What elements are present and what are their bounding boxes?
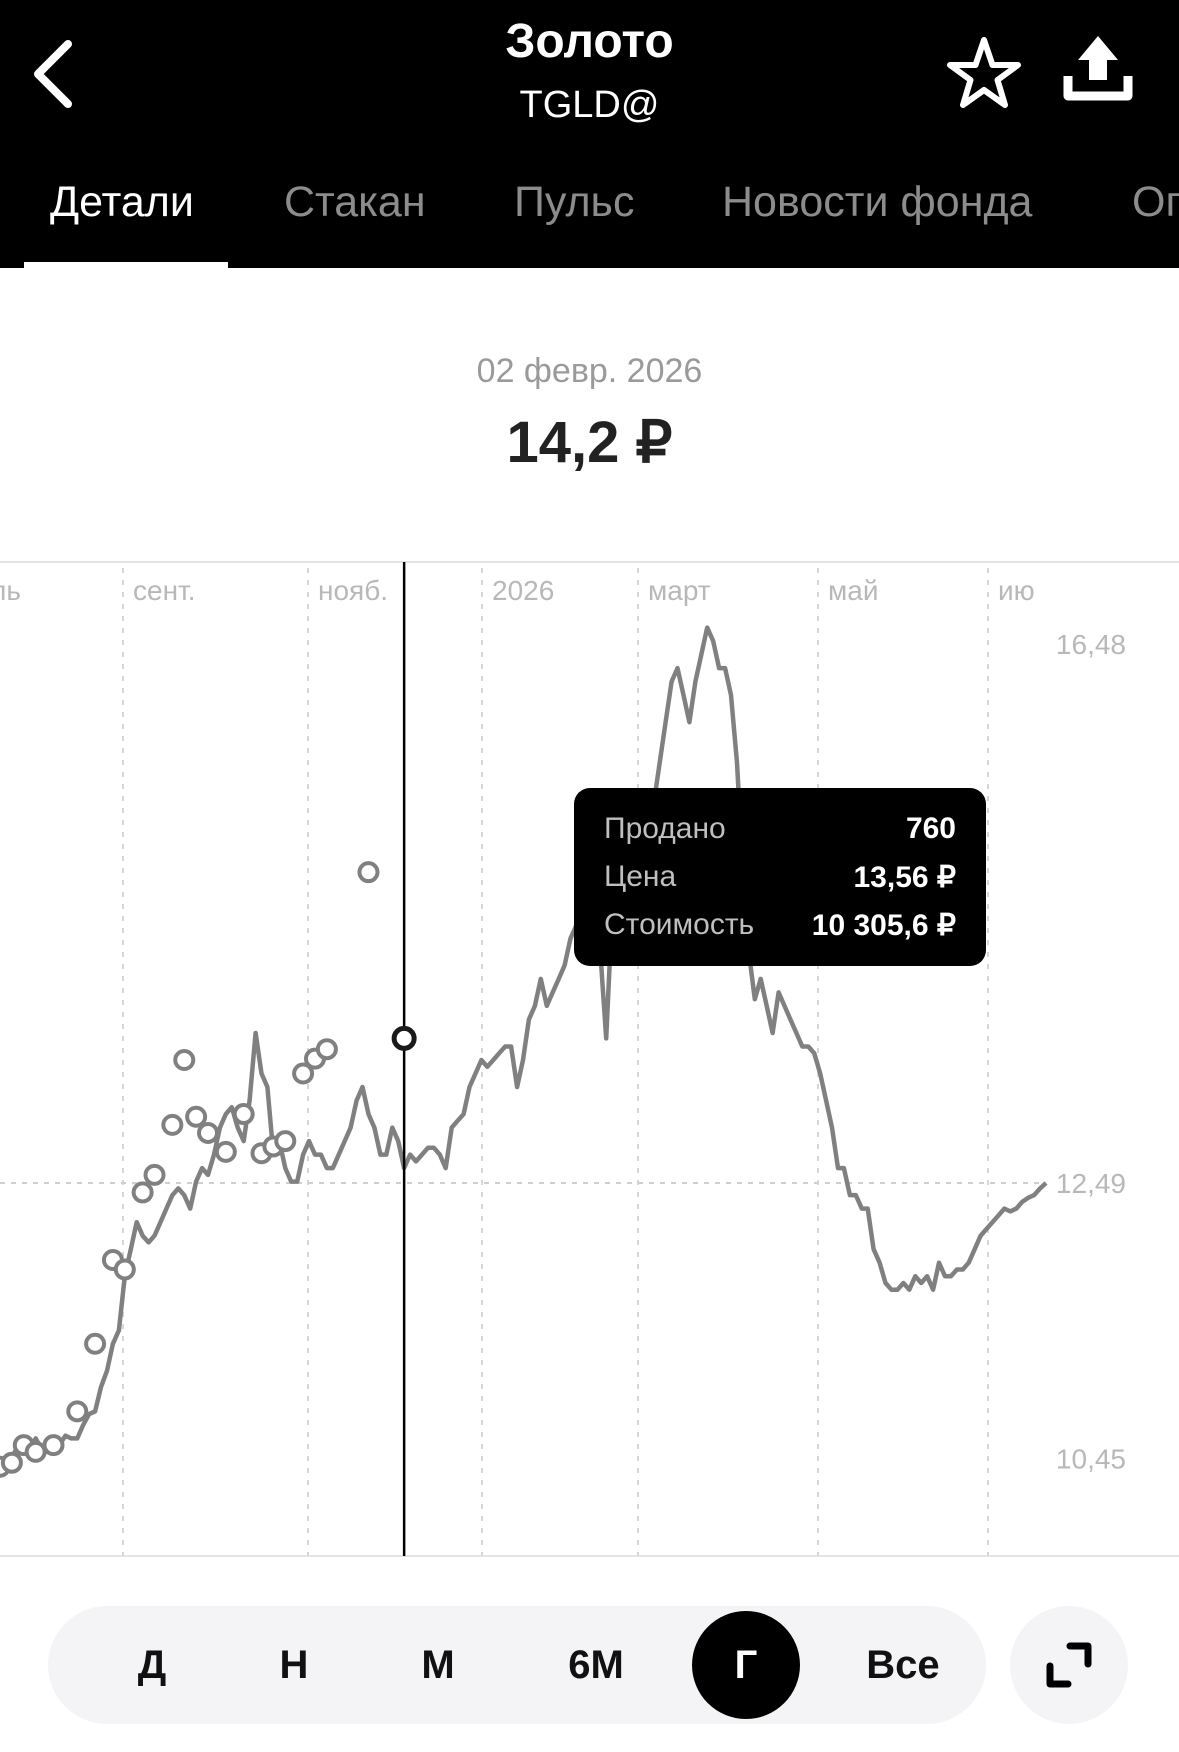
period-selector: Д Н М 6М Г Все	[48, 1606, 986, 1724]
trade-marker[interactable]	[131, 1181, 154, 1204]
app-header: Золото TGLD@ Детали Стакан Пульс Новости…	[0, 0, 1179, 268]
period-6m-button[interactable]: 6М	[546, 1606, 646, 1724]
tab-order-book[interactable]: Стакан	[284, 178, 426, 227]
share-icon	[1063, 36, 1133, 101]
x-tick-label: ль	[0, 575, 21, 606]
tooltip-row-cost: Стоимость 10 305,6 ₽	[604, 908, 956, 952]
trade-tooltip: Продано 760 Цена 13,56 ₽ Стоимость 10 30…	[574, 788, 986, 966]
period-all-button[interactable]: Все	[848, 1606, 958, 1724]
y-tick-label: 10,45	[1056, 1444, 1126, 1475]
x-tick-label: ию	[998, 575, 1035, 606]
trade-marker[interactable]	[24, 1440, 47, 1463]
tooltip-label: Продано	[604, 812, 726, 845]
tab-more[interactable]: Оп	[1132, 178, 1179, 227]
trade-marker[interactable]	[0, 1451, 23, 1474]
selected-trade-marker[interactable]	[391, 1025, 417, 1051]
fullscreen-button[interactable]	[1010, 1606, 1128, 1724]
tooltip-row-sold: Продано 760	[604, 812, 956, 856]
tab-pulse[interactable]: Пульс	[514, 178, 634, 227]
x-tick-label: март	[648, 575, 711, 606]
trade-marker[interactable]	[113, 1258, 136, 1281]
period-year-button[interactable]: Г	[692, 1611, 800, 1719]
tooltip-label: Стоимость	[604, 908, 755, 941]
tab-details[interactable]: Детали	[50, 178, 194, 227]
star-icon	[947, 37, 1021, 108]
trade-marker[interactable]	[274, 1130, 297, 1153]
trade-marker[interactable]	[185, 1105, 208, 1128]
expand-icon	[1046, 1642, 1092, 1688]
tooltip-label: Цена	[604, 860, 677, 893]
price-chart[interactable]: ль сент. нояб. 2026 март май ию 16,48 12,49 10,45	[0, 560, 1179, 1560]
trade-marker[interactable]	[143, 1163, 166, 1186]
tooltip-row-price: Цена 13,56 ₽	[604, 860, 956, 904]
share-button[interactable]	[1058, 30, 1138, 110]
trade-marker[interactable]	[84, 1332, 107, 1355]
trade-marker[interactable]	[66, 1400, 89, 1423]
trade-marker[interactable]	[161, 1113, 184, 1136]
x-tick-label: 2026	[492, 575, 554, 606]
period-day-button[interactable]: Д	[102, 1606, 202, 1724]
trade-marker[interactable]	[357, 861, 380, 884]
x-tick-label: май	[828, 575, 878, 606]
trade-marker[interactable]	[232, 1103, 255, 1126]
favorite-button[interactable]	[944, 34, 1024, 114]
y-tick-label: 16,48	[1056, 629, 1126, 660]
selected-date: 02 февр. 2026	[476, 352, 703, 390]
tab-fund-news[interactable]: Новости фонда	[722, 178, 1032, 227]
y-tick-label: 12,49	[1056, 1168, 1126, 1199]
tooltip-value: 760	[905, 812, 956, 845]
x-tick-label: сент.	[133, 575, 196, 606]
tooltip-value: 13,56 ₽	[853, 861, 957, 894]
period-week-button[interactable]: Н	[244, 1606, 344, 1724]
trade-marker[interactable]	[197, 1121, 220, 1144]
selected-price: 14,2 ₽	[506, 410, 673, 475]
price-series-line	[0, 625, 1048, 1469]
tab-bar: Детали Стакан Пульс Новости фонда Оп	[0, 170, 1179, 268]
trade-marker[interactable]	[42, 1434, 65, 1457]
x-tick-label: нояб.	[318, 575, 388, 606]
trade-marker[interactable]	[315, 1038, 338, 1061]
trade-marker[interactable]	[173, 1049, 196, 1071]
period-month-button[interactable]: М	[388, 1606, 488, 1724]
tooltip-value: 10 305,6 ₽	[811, 909, 956, 942]
active-tab-indicator	[24, 262, 228, 268]
trade-marker[interactable]	[214, 1140, 237, 1163]
